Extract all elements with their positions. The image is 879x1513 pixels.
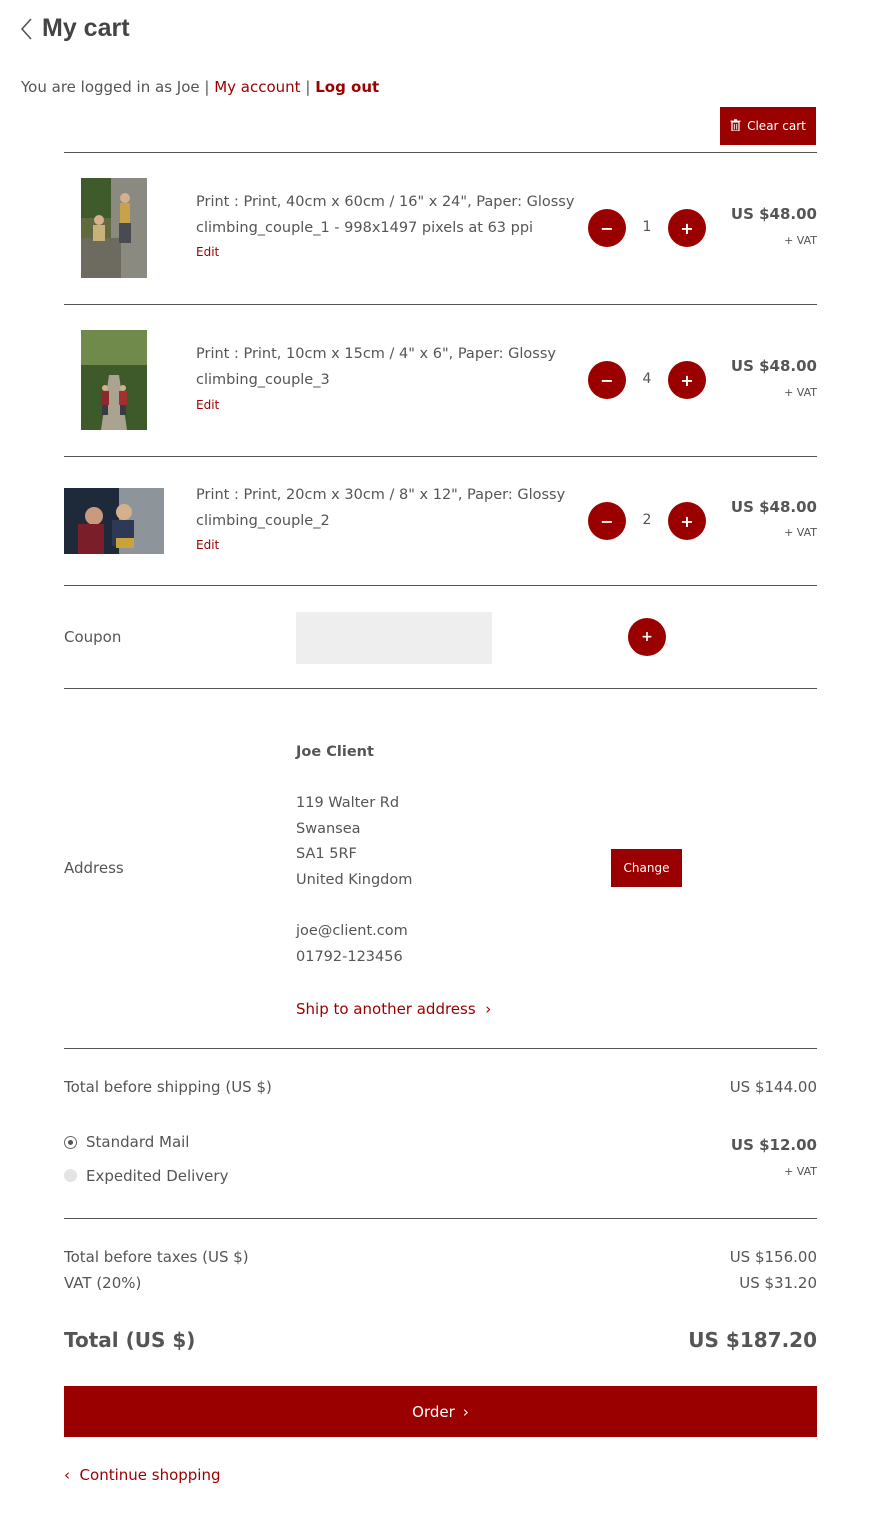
logout-link[interactable]: Log out bbox=[315, 78, 379, 96]
product-thumbnail[interactable] bbox=[64, 488, 164, 554]
coupon-input[interactable] bbox=[296, 612, 492, 664]
increase-qty-button[interactable]: + bbox=[668, 361, 706, 399]
minus-icon: − bbox=[600, 370, 614, 390]
item-description: Print : Print, 20cm x 30cm / 8" x 12", P… bbox=[196, 482, 565, 534]
item-vat-note: + VAT bbox=[784, 234, 817, 247]
product-thumbnail[interactable] bbox=[81, 178, 147, 278]
item-filename: climbing_couple_3 bbox=[196, 372, 330, 388]
product-thumbnail[interactable] bbox=[81, 330, 147, 430]
trash-icon bbox=[730, 118, 741, 134]
address-street: 119 Walter Rd bbox=[296, 795, 400, 812]
total-before-shipping-value: US $144.00 bbox=[729, 1078, 817, 1096]
edit-item-link[interactable]: Edit bbox=[196, 245, 219, 259]
divider bbox=[64, 304, 817, 305]
chevron-left-icon: ‹ bbox=[64, 1466, 80, 1484]
plus-icon: + bbox=[680, 218, 694, 238]
quantity-value: 4 bbox=[642, 371, 652, 387]
divider bbox=[64, 585, 817, 586]
address-phone: 01792-123456 bbox=[296, 948, 403, 965]
item-spec: Print : Print, 10cm x 15cm / 4" x 6", Pa… bbox=[196, 346, 556, 362]
shipping-price: US $12.00 bbox=[730, 1136, 817, 1154]
grand-total-value: US $187.20 bbox=[688, 1328, 817, 1352]
item-price: US $48.00 bbox=[730, 498, 817, 516]
shipping-vat-note: + VAT bbox=[784, 1165, 817, 1178]
logged-in-text: You are logged in as Joe | bbox=[21, 78, 210, 96]
clear-cart-button[interactable]: Clear cart bbox=[720, 107, 816, 145]
total-before-taxes-value: US $156.00 bbox=[729, 1248, 817, 1266]
order-label: Order bbox=[412, 1402, 455, 1421]
total-before-taxes-label: Total before taxes (US $) bbox=[64, 1248, 249, 1266]
apply-coupon-button[interactable]: + bbox=[628, 618, 666, 656]
standard-mail-radio[interactable] bbox=[64, 1136, 77, 1149]
increase-qty-button[interactable]: + bbox=[668, 209, 706, 247]
standard-mail-label[interactable]: Standard Mail bbox=[86, 1133, 189, 1151]
divider bbox=[64, 1218, 817, 1219]
address-country: United Kingdom bbox=[296, 871, 413, 888]
address-email: joe@client.com bbox=[296, 923, 408, 940]
chevron-right-icon: › bbox=[462, 1402, 469, 1421]
address-postcode: SA1 5RF bbox=[296, 846, 357, 863]
item-spec: Print : Print, 20cm x 30cm / 8" x 12", P… bbox=[196, 487, 566, 503]
continue-shopping-label: Continue shopping bbox=[79, 1466, 221, 1484]
decrease-qty-button[interactable]: − bbox=[588, 209, 626, 247]
grand-total-label: Total (US $) bbox=[64, 1328, 196, 1352]
address-city: Swansea bbox=[296, 820, 361, 837]
edit-item-link[interactable]: Edit bbox=[196, 538, 219, 552]
address-name: Joe Client bbox=[296, 744, 374, 760]
ship-other-label: Ship to another address bbox=[296, 1000, 476, 1018]
item-description: Print : Print, 10cm x 15cm / 4" x 6", Pa… bbox=[196, 341, 556, 393]
increase-qty-button[interactable]: + bbox=[668, 502, 706, 540]
divider bbox=[64, 152, 817, 153]
coupon-label: Coupon bbox=[64, 628, 122, 646]
my-account-link[interactable]: My account bbox=[214, 78, 300, 96]
quantity-value: 1 bbox=[642, 219, 652, 235]
address-label: Address bbox=[64, 859, 124, 877]
session-info: You are logged in as Joe | My account | … bbox=[21, 78, 379, 96]
plus-icon: + bbox=[680, 511, 694, 531]
separator: | bbox=[305, 78, 311, 96]
item-filename: climbing_couple_1 - 998x1497 pixels at 6… bbox=[196, 220, 534, 236]
divider bbox=[64, 688, 817, 689]
plus-icon: + bbox=[680, 370, 694, 390]
ship-to-another-address-link[interactable]: Ship to another address › bbox=[296, 1000, 491, 1018]
quantity-value: 2 bbox=[642, 512, 652, 528]
minus-icon: − bbox=[600, 218, 614, 238]
expedited-delivery-radio[interactable] bbox=[64, 1169, 77, 1182]
clear-cart-label: Clear cart bbox=[747, 119, 806, 133]
item-description: Print : Print, 40cm x 60cm / 16" x 24", … bbox=[196, 189, 574, 241]
page-title: My cart bbox=[42, 14, 130, 42]
divider bbox=[64, 1048, 817, 1049]
item-price: US $48.00 bbox=[730, 205, 817, 223]
item-price: US $48.00 bbox=[730, 357, 817, 375]
item-spec: Print : Print, 40cm x 60cm / 16" x 24", … bbox=[196, 194, 575, 210]
vat-label: VAT (20%) bbox=[64, 1274, 142, 1292]
address-block: Joe Client 119 Walter Rd Swansea SA1 5RF… bbox=[296, 740, 412, 970]
edit-item-link[interactable]: Edit bbox=[196, 398, 219, 412]
order-button[interactable]: Order › bbox=[64, 1386, 817, 1437]
item-vat-note: + VAT bbox=[784, 526, 817, 539]
item-filename: climbing_couple_2 bbox=[196, 513, 330, 529]
page-header: My cart bbox=[20, 14, 130, 43]
decrease-qty-button[interactable]: − bbox=[588, 502, 626, 540]
chevron-right-icon: › bbox=[480, 1000, 492, 1018]
decrease-qty-button[interactable]: − bbox=[588, 361, 626, 399]
plus-icon: + bbox=[641, 629, 653, 645]
vat-value: US $31.20 bbox=[739, 1274, 817, 1292]
total-before-shipping-label: Total before shipping (US $) bbox=[64, 1078, 272, 1096]
change-address-button[interactable]: Change bbox=[611, 849, 682, 887]
item-vat-note: + VAT bbox=[784, 386, 817, 399]
back-chevron-icon[interactable] bbox=[20, 17, 34, 41]
continue-shopping-link[interactable]: ‹ Continue shopping bbox=[64, 1466, 221, 1484]
minus-icon: − bbox=[600, 511, 614, 531]
divider bbox=[64, 456, 817, 457]
expedited-delivery-label[interactable]: Expedited Delivery bbox=[86, 1167, 228, 1185]
